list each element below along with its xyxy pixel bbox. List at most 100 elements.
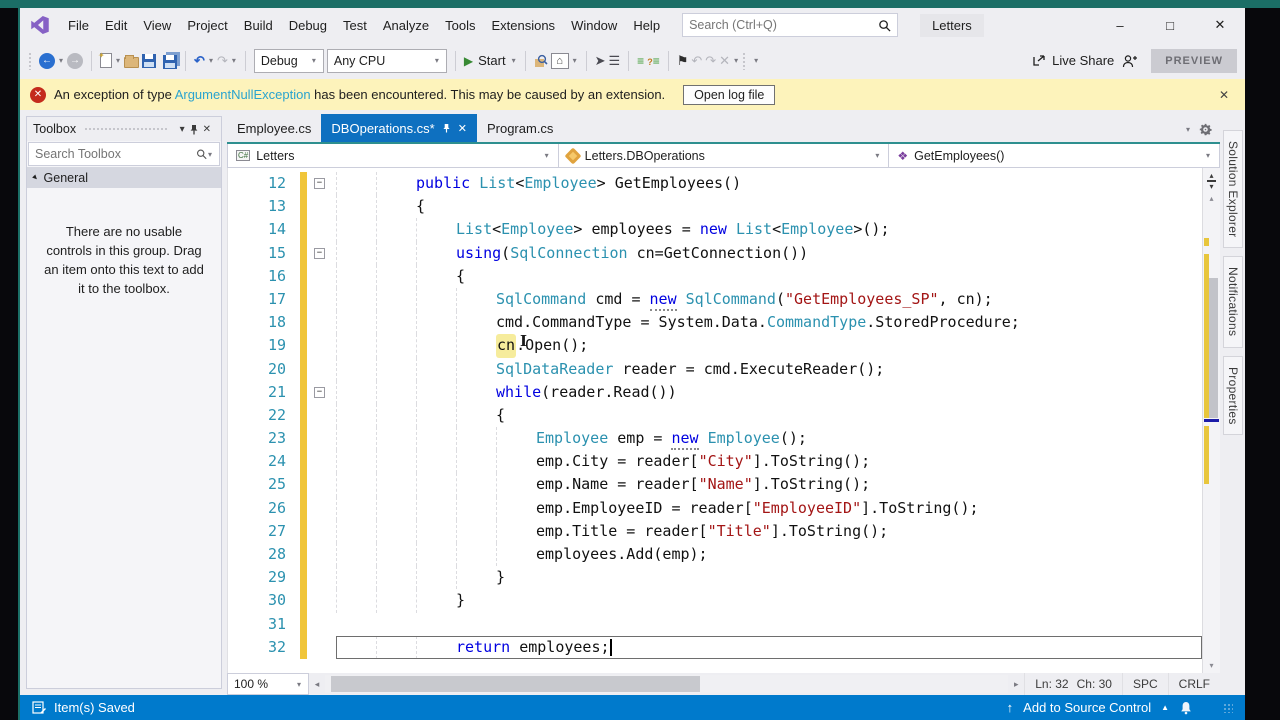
redo-icon[interactable]: ↷ <box>217 53 228 69</box>
home-dropdown-icon[interactable]: ▾ <box>572 56 578 65</box>
notification-close-icon[interactable]: ✕ <box>1213 88 1235 102</box>
code-line[interactable]: 24 emp.City = reader["City"].ToString(); <box>228 450 1202 474</box>
toolbox-menu-icon[interactable]: ▾ <box>176 124 189 135</box>
code-line[interactable]: 25 emp.Name = reader["Name"].ToString(); <box>228 473 1202 497</box>
menu-item-debug[interactable]: Debug <box>281 18 335 33</box>
member-dropdown[interactable]: ❖ GetEmployees() ▾ <box>889 144 1219 167</box>
side-tab-notifications[interactable]: Notifications <box>1223 256 1243 348</box>
resize-grip[interactable] <box>1223 702 1233 713</box>
collapse-icon[interactable]: − <box>314 386 325 398</box>
document-list-icon[interactable]: ▾ <box>1185 125 1191 134</box>
menu-item-window[interactable]: Window <box>563 18 625 33</box>
scroll-left-icon[interactable]: ◂ <box>309 673 325 695</box>
code-line[interactable]: 13 { <box>228 195 1202 219</box>
code-line[interactable]: 26 emp.EmployeeID = reader["EmployeeID"].… <box>228 496 1202 520</box>
code-line[interactable]: 30} <box>228 589 1202 613</box>
code-line[interactable]: 23 Employee emp = new Employee (); <box>228 427 1202 451</box>
toolbox-title-bar[interactable]: Toolbox ▾ ✕ <box>27 117 221 141</box>
code-line[interactable]: 31 <box>228 612 1202 636</box>
code-line[interactable]: 17 SqlCommand cmd = new SqlCommand("GetEm… <box>228 287 1202 312</box>
navigate-back-dropdown-icon[interactable]: ▾ <box>58 56 64 65</box>
side-tab-solution-explorer[interactable]: Solution Explorer <box>1223 130 1243 249</box>
bookmark-dropdown-icon[interactable]: ▾ <box>733 56 739 65</box>
document-outline-icon[interactable]: ☰ <box>609 53 621 69</box>
pin-icon[interactable] <box>442 123 451 133</box>
live-share-button[interactable]: Live Share <box>1032 53 1114 68</box>
undo-icon[interactable]: ↶ <box>194 53 205 69</box>
code-line[interactable]: 20 SqlDataReader reader = cmd.ExecuteRead… <box>228 357 1202 381</box>
open-log-file-button[interactable]: Open log file <box>683 84 776 105</box>
toolbox-search-input[interactable] <box>35 147 196 161</box>
preview-button[interactable]: PREVIEW <box>1151 48 1237 73</box>
code-line[interactable]: 14 List < Employee > employees = new List < Em… <box>228 218 1202 242</box>
pin-icon[interactable] <box>189 124 199 135</box>
new-file-dropdown-icon[interactable]: ▾ <box>115 56 121 65</box>
side-tab-properties[interactable]: Properties <box>1223 355 1243 436</box>
start-debug-icon[interactable]: ▶ <box>464 54 473 68</box>
menu-item-analyze[interactable]: Analyze <box>375 18 437 33</box>
clear-bookmarks-icon[interactable]: ✕ <box>719 53 730 69</box>
menu-item-extensions[interactable]: Extensions <box>483 18 563 33</box>
toolbox-close-icon[interactable]: ✕ <box>199 124 215 135</box>
select-element-icon[interactable]: ➤ <box>595 53 606 69</box>
scroll-right-icon[interactable]: ▸ <box>1008 673 1024 695</box>
menu-item-view[interactable]: View <box>135 18 179 33</box>
menu-item-edit[interactable]: Edit <box>97 18 135 33</box>
code-line[interactable]: 16 { <box>228 264 1202 288</box>
exception-link[interactable]: ArgumentNullException <box>175 87 311 102</box>
code-line[interactable]: 27 emp.Title = reader["Title"].ToString()… <box>228 519 1202 543</box>
vertical-scrollbar-thumb[interactable] <box>1209 278 1218 418</box>
search-icon[interactable] <box>878 19 891 32</box>
toolbox-search-box[interactable]: ▾ <box>28 142 220 166</box>
close-button[interactable]: ✕ <box>1195 8 1245 42</box>
toolbox-section-general[interactable]: ▾ General <box>27 167 221 188</box>
home-icon[interactable]: ⌂ <box>550 52 569 69</box>
comment-icon[interactable]: ?≡ <box>647 54 660 68</box>
tab-program-cs[interactable]: Program.cs <box>477 114 563 142</box>
menu-item-tools[interactable]: Tools <box>437 18 483 33</box>
next-bookmark-icon[interactable]: ↷ <box>705 53 716 69</box>
horizontal-scrollbar[interactable] <box>325 675 1009 693</box>
menu-item-file[interactable]: File <box>60 18 97 33</box>
quick-search-input[interactable] <box>689 18 879 32</box>
navigate-back-button[interactable]: ← <box>39 52 55 69</box>
code-editor[interactable]: 12− public List < Employee > GetEmployees() 1… <box>227 168 1202 673</box>
zoom-level-dropdown[interactable]: 100 % ▾ <box>227 673 309 695</box>
toolbar-overflow-icon[interactable]: ▾ <box>753 56 759 65</box>
source-control-menu-icon[interactable]: ▲ <box>1161 703 1169 712</box>
menu-item-test[interactable]: Test <box>335 18 375 33</box>
toolbar-drag-handle[interactable] <box>28 51 32 70</box>
type-dropdown[interactable]: Letters.DBOperations ▾ <box>559 144 890 167</box>
indent-icon[interactable]: ≡ <box>637 54 644 68</box>
new-file-icon[interactable]: ✦ <box>98 51 113 68</box>
add-to-source-control-button[interactable]: Add to Source Control <box>1023 700 1151 715</box>
line-ending-cell[interactable]: CRLF <box>1167 673 1220 695</box>
tab-dboperations-cs-[interactable]: DBOperations.cs* ✕ <box>321 114 477 142</box>
start-dropdown-icon[interactable]: ▾ <box>511 56 517 65</box>
notifications-bell-icon[interactable] <box>1179 701 1193 715</box>
search-options-icon[interactable]: ▾ <box>207 150 213 159</box>
solution-configuration-dropdown[interactable]: Debug ▾ <box>253 48 324 73</box>
collapse-icon[interactable]: − <box>314 247 325 259</box>
tab-close-icon[interactable]: ✕ <box>458 122 467 135</box>
save-icon[interactable] <box>142 53 157 68</box>
tab-employee-cs[interactable]: Employee.cs <box>227 114 321 142</box>
gear-icon[interactable] <box>1199 123 1212 136</box>
spaces-mode-cell[interactable]: SPC <box>1121 673 1168 695</box>
quick-search-box[interactable] <box>682 13 899 37</box>
maximize-button[interactable]: □ <box>1145 8 1195 42</box>
redo-dropdown-icon[interactable]: ▾ <box>231 56 237 65</box>
menu-item-project[interactable]: Project <box>179 18 235 33</box>
menu-item-build[interactable]: Build <box>236 18 281 33</box>
code-line[interactable]: 22 { <box>228 403 1202 428</box>
code-line[interactable]: 29} <box>228 566 1202 590</box>
solution-platform-dropdown[interactable]: Any CPU ▾ <box>326 48 447 73</box>
bookmark-icon[interactable]: ⚑ <box>677 53 689 69</box>
toolbar-drag-handle[interactable] <box>742 51 747 70</box>
previous-bookmark-icon[interactable]: ↶ <box>691 53 702 69</box>
code-line[interactable]: 32 return employees; <box>228 635 1202 659</box>
splitter-handle-icon[interactable]: ▴ ▾ <box>1205 172 1218 191</box>
menu-item-help[interactable]: Help <box>625 18 668 33</box>
open-file-icon[interactable] <box>124 54 140 68</box>
vertical-scrollbar[interactable]: ▴ ▾ ▴ ▾ <box>1202 168 1220 673</box>
